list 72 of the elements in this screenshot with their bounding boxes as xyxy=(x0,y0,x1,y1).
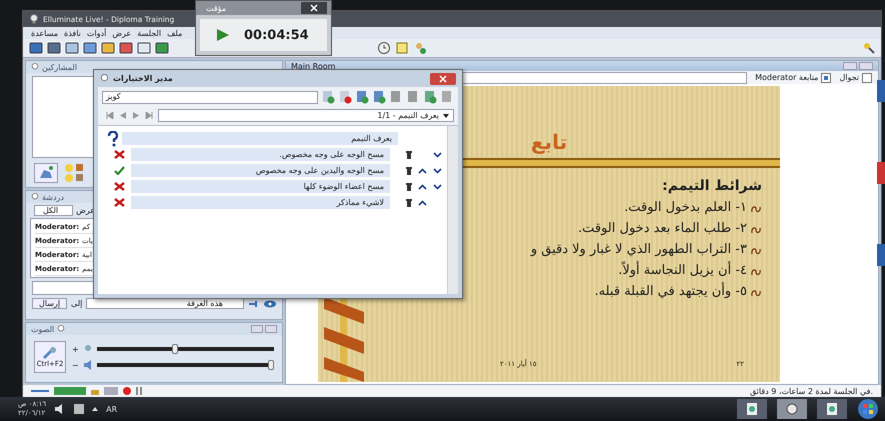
close-icon[interactable] xyxy=(430,72,456,84)
search-field[interactable]: كويز xyxy=(102,90,318,104)
cross-icon[interactable] xyxy=(114,150,125,159)
window-title: مؤقت xyxy=(206,4,226,12)
filter-label: عرض xyxy=(76,206,95,215)
menu-item[interactable]: عرض xyxy=(112,28,132,38)
connection-icon xyxy=(31,387,49,395)
taskbar-button[interactable] xyxy=(777,399,807,419)
slide-item: ٤- أن يزيل النجاسة أولاً. xyxy=(618,263,747,278)
slider-thumb[interactable] xyxy=(268,360,274,370)
emoticon-icon[interactable] xyxy=(64,163,84,183)
close-icon[interactable] xyxy=(301,2,327,14)
panel-title: المشاركين xyxy=(42,62,78,72)
scrollbar[interactable] xyxy=(447,126,458,294)
cross-icon[interactable] xyxy=(114,182,125,191)
slide-item: ٣- التراب الطهور الذي لا غبار ولا دقيق و xyxy=(530,242,747,257)
check-icon[interactable] xyxy=(114,166,125,175)
trash-icon[interactable] xyxy=(406,198,412,206)
send-button[interactable]: إرسال xyxy=(32,298,68,309)
slider-thumb[interactable] xyxy=(172,344,178,354)
panel-title: الصوت xyxy=(31,324,54,334)
caret-icon[interactable] xyxy=(92,407,98,411)
taskbar-button[interactable] xyxy=(737,399,767,419)
menu-item[interactable]: الجلسة xyxy=(137,28,162,38)
trash-icon[interactable] xyxy=(406,150,412,158)
question-dropdown[interactable]: 1/1 - يعرف التيمم xyxy=(158,109,454,122)
plus-sign: + xyxy=(72,344,79,354)
eye-icon[interactable] xyxy=(264,300,276,308)
last-icon[interactable] xyxy=(145,112,153,119)
speaker-icon xyxy=(82,360,93,370)
menu-item[interactable]: نافذة xyxy=(64,28,81,38)
trash-icon[interactable] xyxy=(406,166,412,174)
signal-meter-icon xyxy=(54,387,86,395)
panel-title: دردشة xyxy=(42,192,64,202)
follow-checkbox[interactable]: متابعة Moderator xyxy=(755,72,832,83)
raise-hand-icon[interactable] xyxy=(34,163,58,183)
recipient-dropdown[interactable]: هذه الغرفة xyxy=(86,298,244,309)
slide-title: تابع xyxy=(530,130,568,154)
question-mark-icon xyxy=(108,130,118,146)
filter-tab[interactable]: الكل xyxy=(34,205,74,216)
question-text[interactable]: يعرف التيمم xyxy=(122,132,398,145)
answer-text[interactable]: لاشيء مماذكر xyxy=(131,196,390,209)
session-duration: في الجلسة لمدة 2 ساعات، 9 دقائق. xyxy=(750,386,873,396)
taskbar-button[interactable] xyxy=(817,399,847,419)
start-button[interactable] xyxy=(857,398,879,420)
language-indicator[interactable]: AR xyxy=(106,404,118,414)
pause-icon[interactable] xyxy=(136,387,142,395)
menu-item[interactable]: ملف xyxy=(167,28,182,38)
minus-sign: − xyxy=(72,360,79,370)
roam-checkbox[interactable]: تجوال xyxy=(839,72,872,83)
panel-title: Main Room xyxy=(291,62,336,71)
slide-heading: شرائط التيمم: xyxy=(662,178,762,194)
notepad-icon[interactable] xyxy=(395,41,409,55)
menu-item[interactable]: مساعدة xyxy=(31,28,58,38)
speaker-slider[interactable] xyxy=(96,360,274,370)
trash-icon[interactable] xyxy=(406,182,412,190)
answer-text[interactable]: مسح الوجه واليدين على وجه مخصوص xyxy=(131,164,390,177)
window-title: مدير الاختبارات xyxy=(113,74,173,83)
timer-display: 00:04:54 xyxy=(244,28,309,42)
to-label: إلى xyxy=(71,299,82,308)
clock-icon[interactable] xyxy=(377,41,391,55)
first-icon[interactable] xyxy=(106,112,114,119)
slide-item: ١- العلم بدخول الوقت. xyxy=(624,200,747,215)
checkbox[interactable] xyxy=(821,72,832,83)
menu-item[interactable]: أدوات xyxy=(86,28,106,38)
cross-icon[interactable] xyxy=(114,198,125,207)
slide-item: ٥- وأن يجتهد في القبلة قبله. xyxy=(594,284,747,299)
answer-text[interactable]: مسح الوجه على وجه مخصوص. xyxy=(131,148,390,161)
slide-item: ٢- طلب الماء بعد دخول الوقت. xyxy=(578,221,747,236)
answer-text[interactable]: مسح اعضاء الوضوء كلها xyxy=(131,180,390,193)
caret-icon xyxy=(443,114,449,118)
checkbox[interactable] xyxy=(862,72,872,83)
